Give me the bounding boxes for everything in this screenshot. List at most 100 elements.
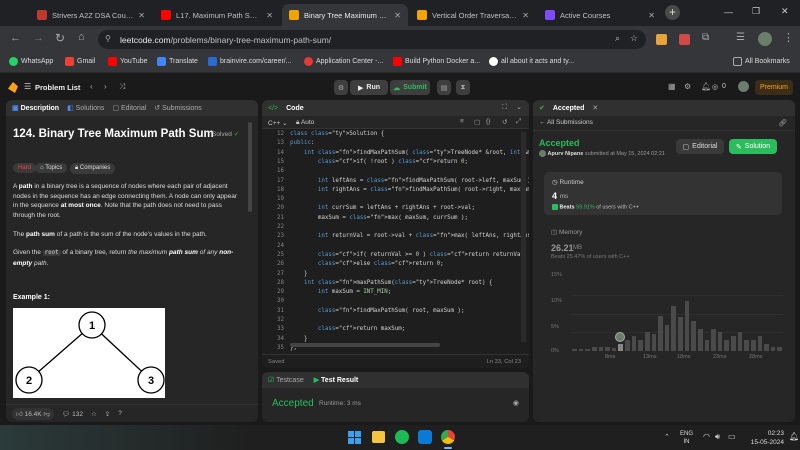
close-tab-icon[interactable]: ✕	[266, 11, 273, 20]
chart-bar[interactable]	[578, 349, 584, 351]
language-indicator[interactable]: ENG IN	[680, 430, 693, 446]
bookmark-translate[interactable]: Translate	[157, 57, 198, 66]
extension-icon[interactable]	[679, 34, 690, 45]
shuffle-icon[interactable]: ⤨	[119, 82, 125, 92]
chart-bar[interactable]	[684, 300, 690, 351]
chart-bar[interactable]	[625, 339, 630, 351]
auto-mode-toggle[interactable]: 🔒︎ Auto	[296, 119, 314, 127]
weather-widget[interactable]	[0, 425, 250, 450]
reload-icon[interactable]: ↻	[55, 31, 65, 45]
chart-bar[interactable]	[764, 343, 769, 351]
back-icon[interactable]: ←	[10, 32, 21, 44]
star-icon[interactable]: ☆	[630, 33, 638, 44]
runtime-distribution-chart[interactable]: 15% 10% 5% 0% 8ms 13ms 18ms 23ms 28ms	[543, 268, 788, 368]
chart-bar[interactable]	[737, 332, 743, 351]
browser-tab-3-active[interactable]: Binary Tree Maximum Path ✕	[282, 4, 408, 26]
chart-bar[interactable]	[750, 339, 756, 351]
system-clock[interactable]: 02:23 15-05-2024	[744, 429, 784, 447]
premium-button[interactable]: Premium	[755, 80, 793, 95]
chart-bar[interactable]	[724, 339, 729, 351]
chart-bar[interactable]	[638, 339, 643, 351]
all-bookmarks[interactable]: All Bookmarks	[733, 57, 790, 66]
browser-tab-5[interactable]: Active Courses ✕	[538, 4, 662, 26]
chart-bar[interactable]	[664, 324, 670, 351]
chart-bar[interactable]	[611, 348, 617, 351]
windows-start-icon[interactable]	[348, 431, 361, 444]
bookmark-application-center[interactable]: Application Center -...	[304, 57, 383, 66]
maximize-icon[interactable]: ⛶	[502, 104, 507, 112]
browser-tab-4[interactable]: Vertical Order Traversal of ✕	[410, 4, 536, 26]
bookmark-acts[interactable]: all about it acts and ty...	[489, 57, 574, 66]
tab-editorial[interactable]: ▢ Editorial	[112, 104, 146, 112]
code-editor[interactable]: 12 class class="ty">Solution {13 public: 14…	[262, 131, 529, 353]
extensions-puzzle-icon[interactable]: ⧉	[702, 32, 709, 43]
chart-bar[interactable]	[711, 328, 716, 351]
bookmark-code-icon[interactable]: ▢	[474, 118, 480, 126]
chart-bar[interactable]	[717, 332, 723, 351]
wifi-icon[interactable]: ◠	[703, 432, 710, 441]
chart-bar[interactable]	[678, 317, 683, 351]
chart-bar[interactable]	[585, 349, 590, 351]
chart-bar[interactable]	[631, 336, 637, 351]
topics-chip[interactable]: ⌂ Topics	[35, 163, 68, 173]
braces-icon[interactable]: {}	[486, 118, 490, 125]
prev-problem-icon[interactable]: ‹	[90, 82, 93, 91]
site-info-icon[interactable]: ⚲	[105, 34, 111, 43]
home-icon[interactable]: ⌂	[78, 31, 85, 43]
code-scrollbar[interactable]	[521, 132, 526, 342]
chart-bar[interactable]	[598, 347, 604, 351]
tab-test-result[interactable]: ▶ Test Result	[314, 376, 359, 384]
eye-icon[interactable]: ◉	[513, 399, 519, 407]
tray-expand-icon[interactable]: ⌃	[664, 433, 670, 441]
spotify-icon[interactable]	[395, 430, 409, 444]
chart-bar[interactable]	[691, 321, 696, 351]
all-submissions-link[interactable]: ← All Submissions	[539, 119, 593, 126]
bookmark-gmail[interactable]: Gmail	[65, 57, 95, 66]
chart-bar[interactable]	[618, 343, 623, 351]
leetcode-logo-icon[interactable]	[8, 82, 18, 93]
bookmark-youtube[interactable]: YouTube	[108, 57, 148, 66]
comments-button[interactable]: 💬︎ 132	[62, 410, 83, 418]
chart-bar[interactable]	[605, 346, 610, 351]
language-select[interactable]: C++ ⌄	[268, 119, 288, 127]
tab-testcase[interactable]: ☑ Testcase	[268, 376, 304, 384]
notes-icon[interactable]: ▤	[437, 80, 451, 95]
chart-bar[interactable]	[644, 332, 650, 351]
restore-icon[interactable]: ❐	[752, 6, 760, 17]
forward-icon[interactable]: →	[33, 32, 44, 44]
close-tab-icon[interactable]: ✕	[138, 11, 145, 20]
share-icon[interactable]: ⇪	[105, 410, 110, 418]
battery-icon[interactable]: ▭	[728, 432, 736, 441]
chart-bar[interactable]	[731, 336, 736, 351]
user-avatar[interactable]	[738, 81, 749, 92]
timer-icon[interactable]: ⧗	[456, 80, 470, 95]
chart-bar[interactable]	[770, 347, 776, 351]
search-icon[interactable]: ⌕	[615, 33, 620, 44]
bookmark-whatsapp[interactable]: WhatsApp	[9, 57, 53, 66]
description-scrollbar[interactable]	[248, 122, 252, 212]
close-window-icon[interactable]: ✕	[781, 6, 789, 17]
runtime-card[interactable]: ◷ Runtime 4 ms Beats 99.91% of users wit…	[544, 172, 782, 215]
problem-list-link[interactable]: Problem List	[35, 83, 80, 92]
chrome-icon[interactable]	[441, 430, 455, 444]
like-button[interactable]: 👍︎ 16.4K 👎︎	[12, 407, 55, 420]
companies-chip[interactable]: 🔒︎ Companies	[70, 163, 116, 174]
help-icon[interactable]: ?	[118, 410, 122, 417]
chart-bar[interactable]	[658, 315, 663, 351]
chart-bar[interactable]	[757, 336, 763, 351]
chart-bar[interactable]	[704, 339, 710, 351]
notifications-icon[interactable]: 🔔︎	[701, 82, 711, 91]
close-tab-icon[interactable]: ✕	[394, 11, 401, 20]
bookmark-brainvire[interactable]: brainvire.com/career/...	[208, 57, 292, 66]
code-horizontal-scrollbar[interactable]	[290, 343, 440, 347]
extension-icon[interactable]	[656, 34, 667, 45]
debug-icon[interactable]: ⚙	[334, 80, 348, 95]
chart-bar[interactable]	[572, 349, 577, 351]
vscode-icon[interactable]	[418, 430, 432, 444]
tab-description[interactable]: ▣ Description	[12, 104, 59, 112]
chart-bar[interactable]	[777, 347, 782, 351]
settings-icon[interactable]: ⚙	[684, 82, 691, 91]
bookmark-python-docker[interactable]: Build Python Docker a...	[393, 57, 480, 66]
minimize-icon[interactable]: —	[724, 7, 733, 17]
accepted-tab-label[interactable]: Accepted	[553, 105, 585, 112]
